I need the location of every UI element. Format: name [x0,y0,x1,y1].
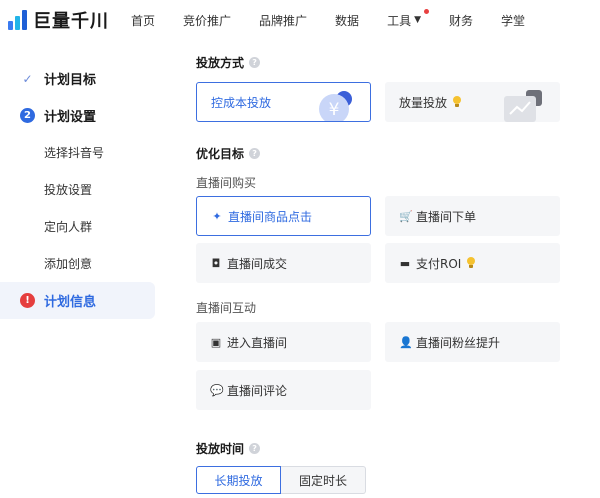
sidebar-step-label: 计划信息 [44,295,97,310]
sidebar-step-label: 计划目标 [44,73,97,88]
group-label-live-interaction: 直播间互动 [196,301,257,315]
nav-academy[interactable]: 学堂 [501,12,525,29]
option-label: 控成本投放 [211,95,272,110]
help-icon[interactable]: ? [249,148,261,159]
delivery-time-tabs: 长期投放 固定时长 [196,466,366,494]
nav-tools[interactable]: 工具 ▼ [387,8,429,29]
section-title-text: 投放时间 [196,442,245,456]
sidebar-step-plan-goal[interactable]: ✓ 计划目标 [0,60,155,97]
lightbulb-icon [466,257,476,269]
option-label: 放量投放 [399,95,448,110]
notification-dot-icon [424,8,429,14]
option-label: 直播间成交 [227,256,288,271]
option-enter-live-room[interactable]: ▣ 进入直播间 [196,322,371,362]
top-nav: 巨量千川 首页 竞价推广 品牌推广 数据 工具 ▼ 财务 学堂 [0,0,600,40]
nav-brand-promotion[interactable]: 品牌推广 [259,12,307,29]
group-label-live-purchase: 直播间购买 [196,176,257,190]
option-live-order[interactable]: 🛒 直播间下单 [385,196,560,236]
option-label: 直播间商品点击 [228,209,313,224]
sidebar-step-plan-settings[interactable]: 2 计划设置 [0,97,155,134]
sidebar-steps: ✓ 计划目标 2 计划设置 选择抖音号 投放设置 定向人群 添加创意 ! 计划信… [0,60,155,319]
trend-chart-icon [504,90,542,122]
cursor-click-icon: ✦ [212,209,222,223]
option-fan-growth[interactable]: 👤 直播间粉丝提升 [385,322,560,362]
error-badge-icon: ! [20,293,35,308]
nav-items: 首页 竞价推广 品牌推广 数据 工具 ▼ 财务 学堂 [131,8,553,29]
step-number-badge: 2 [20,108,35,123]
option-label: 直播间下单 [416,209,477,224]
cart-icon: 🛒 [399,209,413,223]
yen-symbol: ¥ [329,100,340,120]
sidebar-sub-targeting[interactable]: 定向人群 [0,208,155,245]
optimization-goal-title: 优化目标 ? [196,145,261,162]
sidebar-step-label: 计划设置 [44,110,97,125]
check-icon: ✓ [22,71,33,86]
yen-coin-icon: ¥ [319,91,352,121]
nav-home[interactable]: 首页 [131,12,155,29]
delivery-time-title: 投放时间 ? [196,440,261,457]
comment-icon: 💬 [210,383,224,397]
tab-fixed-duration[interactable]: 固定时长 [281,466,366,494]
nav-data[interactable]: 数据 [335,12,359,29]
option-label: 直播间粉丝提升 [416,335,501,350]
logo-text: 巨量千川 [33,11,109,32]
nav-finance[interactable]: 财务 [449,12,473,29]
help-icon[interactable]: ? [249,57,261,68]
option-volume-delivery[interactable]: 放量投放 [385,82,560,122]
lightbulb-icon [452,96,462,108]
option-cost-control[interactable]: 控成本投放 ¥ [196,82,371,122]
option-live-comment[interactable]: 💬 直播间评论 [196,370,371,410]
caret-down-icon: ▼ [414,15,421,25]
help-icon[interactable]: ? [249,443,261,454]
option-live-product-click[interactable]: ✦ 直播间商品点击 [196,196,371,236]
option-label: 直播间评论 [227,383,288,398]
add-user-icon: 👤 [399,335,413,349]
option-label: 支付ROI [416,256,462,271]
shopping-bag-icon: ◘ [211,256,221,270]
nav-tools-label: 工具 [387,13,412,28]
section-title-text: 优化目标 [196,147,245,161]
sidebar-sub-creative[interactable]: 添加创意 [0,245,155,282]
sidebar-sub-delivery-settings[interactable]: 投放设置 [0,171,155,208]
option-label: 进入直播间 [227,335,288,350]
sidebar-step-plan-info[interactable]: ! 计划信息 [0,282,155,319]
logo[interactable]: 巨量千川 [8,7,109,33]
wallet-icon: ▬ [399,256,411,270]
option-live-deal[interactable]: ◘ 直播间成交 [196,243,371,283]
live-room-icon: ▣ [210,335,222,349]
sidebar-sub-select-douyin[interactable]: 选择抖音号 [0,134,155,171]
delivery-method-title: 投放方式 ? [196,54,261,71]
option-pay-roi[interactable]: ▬ 支付ROI [385,243,560,283]
tab-long-term[interactable]: 长期投放 [196,466,281,494]
logo-icon [8,10,27,30]
section-title-text: 投放方式 [196,56,245,70]
nav-bidding-promotion[interactable]: 竞价推广 [183,12,231,29]
